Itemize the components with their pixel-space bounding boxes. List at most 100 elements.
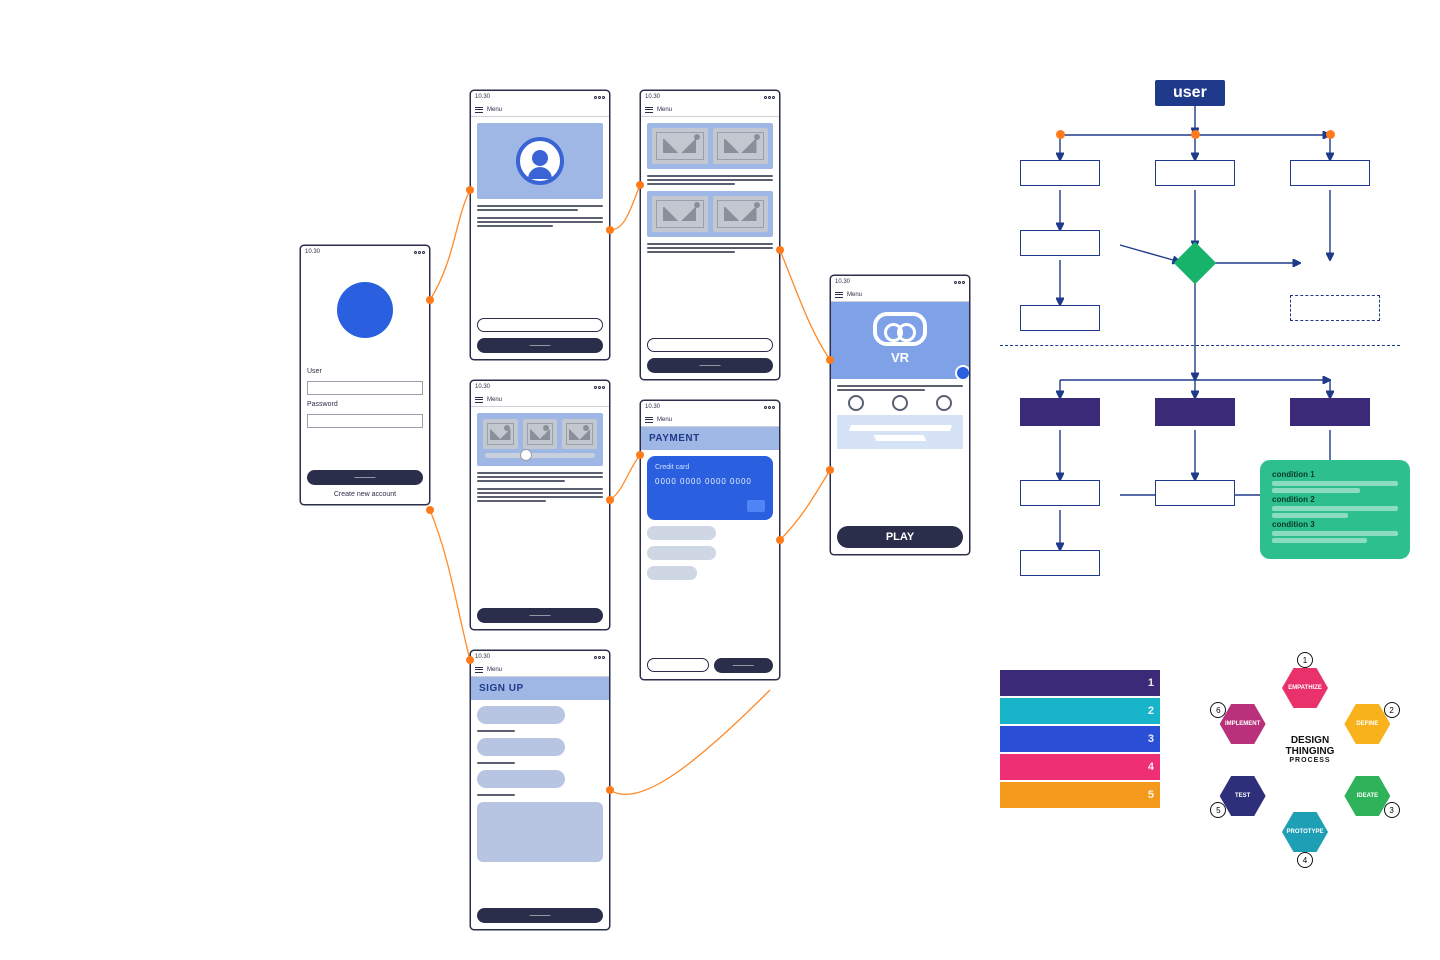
dt-step-number: 6 <box>1210 702 1226 718</box>
header-bar: Menu <box>641 103 779 117</box>
user-input[interactable] <box>307 381 423 395</box>
header-bar: Menu <box>471 103 609 117</box>
hamburger-icon[interactable] <box>835 292 843 298</box>
legend-item: condition 3 <box>1272 520 1398 529</box>
dt-step-prototype: PROTOTYPE <box>1282 812 1328 852</box>
label <box>477 762 603 764</box>
text-placeholder <box>647 243 773 253</box>
user-badge-icon <box>955 365 970 381</box>
slider[interactable] <box>485 453 595 458</box>
menu-label: Menu <box>487 107 502 113</box>
status-time: 10.30 <box>475 654 490 660</box>
status-bar: 10.30 <box>301 246 429 258</box>
primary-button[interactable]: ——— <box>477 608 603 623</box>
form-pill[interactable] <box>647 526 716 540</box>
label <box>477 794 603 796</box>
status-time: 10.30 <box>645 404 660 410</box>
text-placeholder <box>477 472 603 482</box>
secondary-button[interactable] <box>647 338 773 352</box>
palette-swatch: 4 <box>1000 754 1160 780</box>
vr-title: VR <box>891 350 909 365</box>
header-bar: Menu <box>471 393 609 407</box>
hamburger-icon[interactable] <box>645 417 653 423</box>
form-pill[interactable] <box>647 566 697 580</box>
image-placeholder-icon <box>523 419 558 449</box>
flow-node <box>1020 230 1100 256</box>
form-pill[interactable] <box>477 738 565 756</box>
dt-step-number: 2 <box>1384 702 1400 718</box>
vr-headset-icon <box>873 312 927 346</box>
primary-button[interactable]: ——— <box>714 658 774 673</box>
flow-node <box>1155 160 1235 186</box>
wireframe-vr[interactable]: 10.30 Menu VR PLAY <box>830 275 970 555</box>
secondary-button[interactable] <box>647 658 709 672</box>
wireframe-login[interactable]: 10.30 User Password ——— Create new accou… <box>300 245 430 505</box>
status-bar: 10.30 <box>831 276 969 288</box>
dt-step-number: 1 <box>1297 652 1313 668</box>
menu-label: Menu <box>847 292 862 298</box>
design-thinking-wheel: DESIGN THINGING PROCESS EMPATHIZE1DEFINE… <box>1200 660 1410 860</box>
text-placeholder <box>477 205 603 211</box>
create-account-link[interactable]: Create new account <box>307 491 423 498</box>
menu-label: Menu <box>657 107 672 113</box>
status-time: 10.30 <box>645 94 660 100</box>
image-placeholder-icon[interactable] <box>652 128 708 164</box>
wireframe-slider[interactable]: 10.30 Menu ——— <box>470 380 610 630</box>
secondary-button[interactable] <box>477 318 603 332</box>
dt-step-number: 5 <box>1210 802 1226 818</box>
wireframe-profile[interactable]: 10.30 Menu ——— <box>470 90 610 360</box>
flow-node-filled <box>1020 398 1100 426</box>
hamburger-icon[interactable] <box>475 667 483 673</box>
password-input[interactable] <box>307 414 423 428</box>
friend-avatar-icon[interactable] <box>848 395 864 411</box>
textarea[interactable] <box>477 802 603 862</box>
status-bar: 10.30 <box>471 651 609 663</box>
image-placeholder-icon <box>483 419 518 449</box>
text-placeholder <box>477 217 603 227</box>
card-number: 0000 0000 0000 0000 <box>655 477 765 486</box>
dt-center-label: DESIGN THINGING PROCESS <box>1265 735 1355 765</box>
wireframe-signup[interactable]: 10.30 Menu SIGN UP ——— <box>470 650 610 930</box>
form-pill[interactable] <box>647 546 716 560</box>
palette-swatch: 5 <box>1000 782 1160 808</box>
play-button[interactable]: PLAY <box>837 526 963 548</box>
text-placeholder <box>477 488 603 502</box>
form-pill[interactable] <box>477 706 565 724</box>
wireframe-payment[interactable]: 10.30 Menu PAYMENT Credit card 0000 0000… <box>640 400 780 680</box>
text-placeholder <box>837 385 963 391</box>
image-placeholder-icon[interactable] <box>713 196 769 232</box>
hamburger-icon[interactable] <box>645 107 653 113</box>
flow-node <box>1020 550 1100 576</box>
text-placeholder <box>647 175 773 185</box>
legend-item: condition 2 <box>1272 495 1398 504</box>
dt-step-empathize: EMPATHIZE <box>1282 668 1328 708</box>
map-preview[interactable] <box>837 415 963 449</box>
primary-button[interactable]: ——— <box>647 358 773 373</box>
status-bar: 10.30 <box>641 401 779 413</box>
image-placeholder-icon[interactable] <box>652 196 708 232</box>
color-palette: 12345 <box>1000 670 1160 810</box>
palette-swatch: 3 <box>1000 726 1160 752</box>
status-time: 10.30 <box>835 279 850 285</box>
primary-button[interactable]: ——— <box>477 908 603 923</box>
flow-node-dashed <box>1290 295 1380 321</box>
flow-node <box>1155 480 1235 506</box>
avatar-placeholder-icon <box>337 282 393 338</box>
credit-card[interactable]: Credit card 0000 0000 0000 0000 <box>647 456 773 520</box>
hamburger-icon[interactable] <box>475 107 483 113</box>
menu-label: Menu <box>657 417 672 423</box>
primary-button[interactable]: ——— <box>477 338 603 353</box>
palette-swatch: 2 <box>1000 698 1160 724</box>
login-button[interactable]: ——— <box>307 470 423 485</box>
menu-label: Menu <box>487 397 502 403</box>
wireframe-grid[interactable]: 10.30 Menu ——— <box>640 90 780 380</box>
dt-step-test: TEST <box>1220 776 1266 816</box>
hamburger-icon[interactable] <box>475 397 483 403</box>
image-placeholder-icon[interactable] <box>713 128 769 164</box>
friend-avatar-icon[interactable] <box>936 395 952 411</box>
menu-label: Menu <box>487 667 502 673</box>
flow-node <box>1020 480 1100 506</box>
label <box>477 730 603 732</box>
friend-avatar-icon[interactable] <box>892 395 908 411</box>
form-pill[interactable] <box>477 770 565 788</box>
